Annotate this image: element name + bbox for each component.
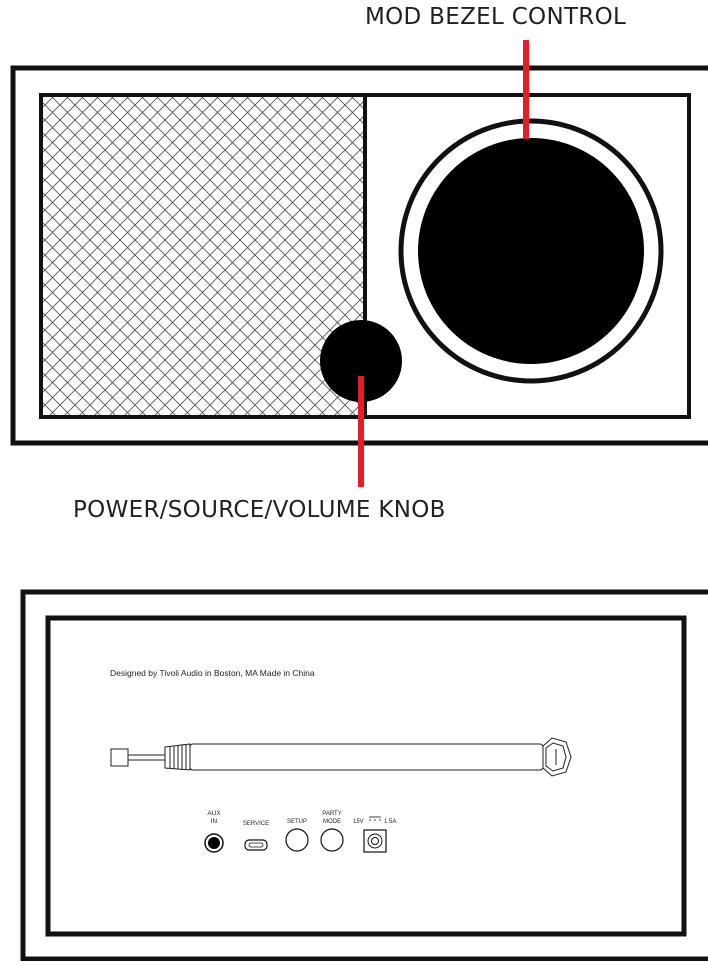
dc-power-jack [363,829,387,853]
aux-label-2: IN [211,818,218,825]
telescopic-antenna [110,737,572,777]
aux-label-1: AUX [207,810,221,817]
speaker-grille [43,97,365,415]
radio-diagram: Designed by Tivoli Audio in Boston, MA M… [0,0,708,962]
diagram-canvas: Designed by Tivoli Audio in Boston, MA M… [10,40,708,962]
design-note: Designed by Tivoli Audio in Boston, MA M… [110,668,315,678]
party-label-2: MODE [323,819,341,825]
power-source-volume-knob-label: POWER/SOURCE/VOLUME KNOB [73,497,446,523]
mod-bezel-dial [418,138,644,364]
front-view [10,40,708,487]
dc-symbol-icon [369,816,381,821]
power-voltage-label: 15V [353,819,364,825]
mod-bezel-control-label: MOD BEZEL CONTROL [365,4,627,30]
setup-label: SETUP [287,819,307,825]
aux-in-jack-hole [208,837,220,849]
rear-panel [45,615,687,937]
service-label: SERVICE [243,821,269,827]
service-port [244,839,268,851]
party-mode-button [320,828,344,852]
rear-ports: AUX IN SERVICE SETUP PARTY MODE 15V 1.5A [204,810,396,853]
party-label-1: PARTY [322,811,341,817]
rear-outer-frame [20,589,708,962]
power-current-label: 1.5A [384,819,396,825]
rear-view: Designed by Tivoli Audio in Boston, MA M… [20,589,708,962]
setup-button [285,828,309,852]
